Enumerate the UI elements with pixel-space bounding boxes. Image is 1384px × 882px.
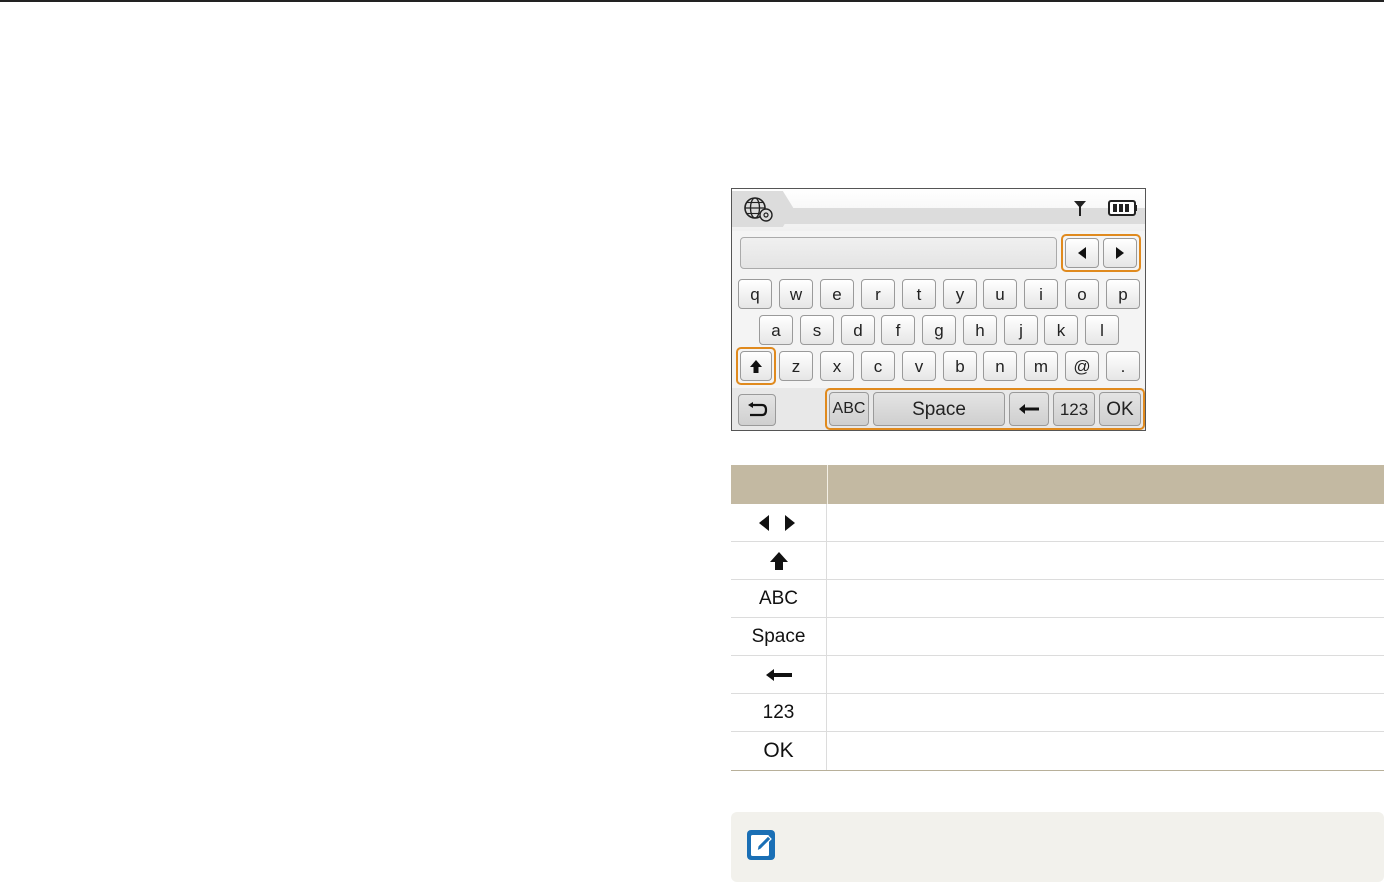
cursor-right-button[interactable] [1103, 238, 1137, 268]
row-description [827, 504, 1384, 541]
key-w[interactable]: w [779, 279, 813, 309]
return-icon [748, 402, 768, 417]
table-row [731, 504, 1384, 542]
status-strip [732, 189, 1145, 231]
key-n[interactable]: n [983, 351, 1017, 381]
status-band [772, 208, 1145, 224]
key-period[interactable]: . [1106, 351, 1140, 381]
key-r[interactable]: r [861, 279, 895, 309]
table-row: ABC [731, 580, 1384, 618]
left-right-arrows-icon [758, 514, 795, 531]
row-icon-cell [731, 542, 827, 579]
key-l[interactable]: l [1085, 315, 1119, 345]
key-j[interactable]: j [1004, 315, 1038, 345]
row-description [827, 694, 1384, 731]
row-space-label: Space [731, 618, 827, 655]
backspace-key[interactable] [1009, 392, 1049, 426]
space-key[interactable]: Space [873, 392, 1005, 426]
row-ok-label: OK [731, 732, 827, 770]
key-d[interactable]: d [841, 315, 875, 345]
battery-icon [1108, 200, 1137, 216]
antenna-icon [1074, 201, 1086, 216]
key-b[interactable]: b [943, 351, 977, 381]
row-description [827, 542, 1384, 579]
shift-up-icon [769, 551, 788, 570]
text-input-field[interactable] [740, 237, 1057, 269]
key-e[interactable]: e [820, 279, 854, 309]
backspace-arrow-icon [765, 668, 792, 681]
key-k[interactable]: k [1044, 315, 1078, 345]
shift-up-icon [750, 359, 762, 373]
key-q[interactable]: q [738, 279, 772, 309]
table-row: Space [731, 618, 1384, 656]
backspace-arrow-icon [1019, 404, 1039, 414]
globe-settings-icon [744, 197, 773, 222]
shift-key[interactable] [740, 351, 772, 381]
key-s[interactable]: s [800, 315, 834, 345]
key-x[interactable]: x [820, 351, 854, 381]
numbers-key[interactable]: 123 [1053, 392, 1095, 426]
key-v[interactable]: v [902, 351, 936, 381]
row-icon-cell [731, 504, 827, 541]
key-f[interactable]: f [881, 315, 915, 345]
row-description [827, 656, 1384, 693]
key-i[interactable]: i [1024, 279, 1058, 309]
camera-keyboard-screen: q w e r t y u i o p a s d f g h j k l z … [731, 188, 1146, 431]
header-col-icon [731, 465, 828, 504]
table-header [731, 465, 1384, 504]
key-u[interactable]: u [983, 279, 1017, 309]
key-at[interactable]: @ [1065, 351, 1099, 381]
row-description [827, 732, 1384, 770]
note-pencil-icon [747, 830, 775, 860]
key-t[interactable]: t [902, 279, 936, 309]
key-c[interactable]: c [861, 351, 895, 381]
row-description [827, 580, 1384, 617]
abc-key[interactable]: ABC [829, 392, 869, 426]
row-icon-cell [731, 656, 827, 693]
key-g[interactable]: g [922, 315, 956, 345]
key-p[interactable]: p [1106, 279, 1140, 309]
key-o[interactable]: o [1065, 279, 1099, 309]
arrow-right-icon [1116, 247, 1124, 259]
key-z[interactable]: z [779, 351, 813, 381]
key-description-table: ABC Space 123 OK [731, 465, 1384, 771]
row-description [827, 618, 1384, 655]
key-y[interactable]: y [943, 279, 977, 309]
row-123-label: 123 [731, 694, 827, 731]
key-m[interactable]: m [1024, 351, 1058, 381]
table-row: OK [731, 732, 1384, 771]
key-h[interactable]: h [963, 315, 997, 345]
note-box [731, 812, 1384, 882]
table-row [731, 656, 1384, 694]
key-a[interactable]: a [759, 315, 793, 345]
table-row: 123 [731, 694, 1384, 732]
table-row [731, 542, 1384, 580]
cursor-left-button[interactable] [1065, 238, 1099, 268]
arrow-left-icon [1078, 247, 1086, 259]
back-button[interactable] [738, 394, 776, 426]
row-abc-label: ABC [731, 580, 827, 617]
top-rule [0, 0, 1384, 2]
ok-key[interactable]: OK [1099, 392, 1141, 426]
